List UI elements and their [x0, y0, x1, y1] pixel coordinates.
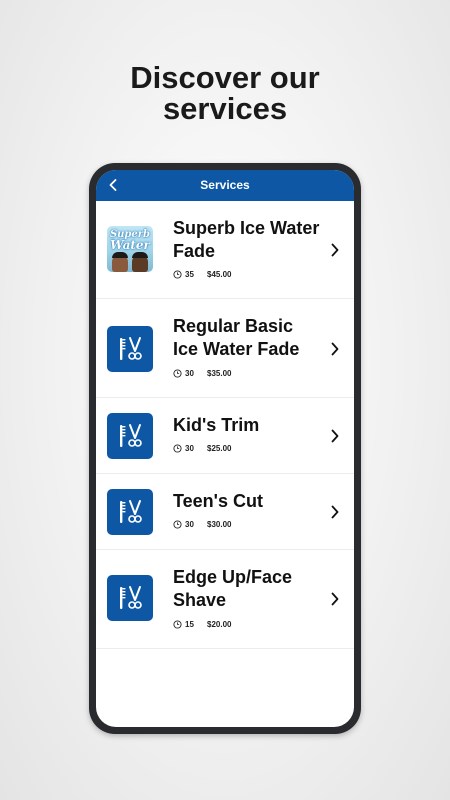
clock-icon — [173, 443, 182, 453]
service-duration: 35 — [185, 269, 194, 279]
services-list: Superb Water Superb Ice Water Fade 35 $4… — [96, 201, 354, 649]
service-duration: 30 — [185, 368, 194, 378]
phone-screen: Services Superb Water Superb Ice Water F… — [96, 170, 354, 727]
service-name: Teen's Cut — [173, 491, 263, 511]
back-button[interactable] — [104, 175, 122, 195]
photo-hair-2 — [132, 252, 148, 258]
photo-text-2: Water — [110, 238, 150, 252]
comb-scissors-glyph — [120, 586, 142, 609]
service-name: Superb Ice Water Fade — [173, 218, 320, 261]
service-meta: 35 $45.00 — [173, 268, 231, 280]
service-row-teens-cut[interactable]: Teen's Cut 30 $30.00 — [96, 474, 354, 550]
service-duration: 30 — [185, 443, 194, 453]
service-name: Edge Up/Face Shave — [173, 567, 293, 610]
service-row-superb-ice-water-fade[interactable]: Superb Water Superb Ice Water Fade 35 $4… — [96, 201, 354, 299]
service-meta: 30 $35.00 — [173, 367, 231, 379]
chevron-right-icon — [331, 429, 339, 443]
service-duration: 30 — [185, 519, 194, 529]
service-name: Regular Basic Ice Water Fade — [173, 316, 300, 359]
photo-hair-1 — [112, 252, 128, 258]
service-meta: 30 $30.00 — [173, 518, 231, 530]
service-price: $30.00 — [207, 519, 232, 529]
service-price: $35.00 — [207, 368, 232, 378]
chevron-right-icon — [331, 342, 339, 356]
clock-icon — [173, 269, 182, 279]
service-meta: 30 $25.00 — [173, 442, 231, 454]
service-thumbnail-photo: Superb Water — [107, 226, 153, 272]
service-duration: 15 — [185, 619, 194, 629]
service-name: Kid's Trim — [173, 415, 260, 435]
page-headline: Discover our services — [0, 62, 450, 124]
comb-scissors-icon — [107, 575, 153, 621]
chevron-right-icon — [331, 592, 339, 606]
service-price: $45.00 — [207, 269, 232, 279]
service-row-kids-trim[interactable]: Kid's Trim 30 $25.00 — [96, 398, 354, 474]
app-bar-title: Services — [200, 178, 250, 192]
comb-scissors-glyph — [120, 500, 142, 523]
headline-line-2: services — [162, 91, 288, 126]
service-price: $20.00 — [207, 619, 232, 629]
service-row-edge-up-face-shave[interactable]: Edge Up/Face Shave 15 $20.00 — [96, 550, 354, 649]
chevron-left-icon — [109, 179, 117, 191]
chevron-right-icon — [331, 505, 339, 519]
chevron-right-icon — [331, 243, 339, 257]
service-meta: 15 $20.00 — [173, 618, 231, 630]
phone-mockup: Services Superb Water Superb Ice Water F… — [89, 163, 361, 734]
headline-line-1: Discover our — [130, 60, 320, 95]
comb-scissors-glyph — [120, 337, 142, 360]
comb-scissors-icon — [107, 413, 153, 459]
service-price: $25.00 — [207, 443, 232, 453]
comb-scissors-icon — [107, 489, 153, 535]
service-row-regular-basic-ice-water-fade[interactable]: Regular Basic Ice Water Fade 30 $35.00 — [96, 299, 354, 398]
clock-icon — [173, 519, 182, 529]
clock-icon — [173, 368, 182, 378]
comb-scissors-glyph — [120, 424, 142, 447]
comb-scissors-icon — [107, 326, 153, 372]
app-bar: Services — [96, 170, 354, 201]
clock-icon — [173, 619, 182, 629]
